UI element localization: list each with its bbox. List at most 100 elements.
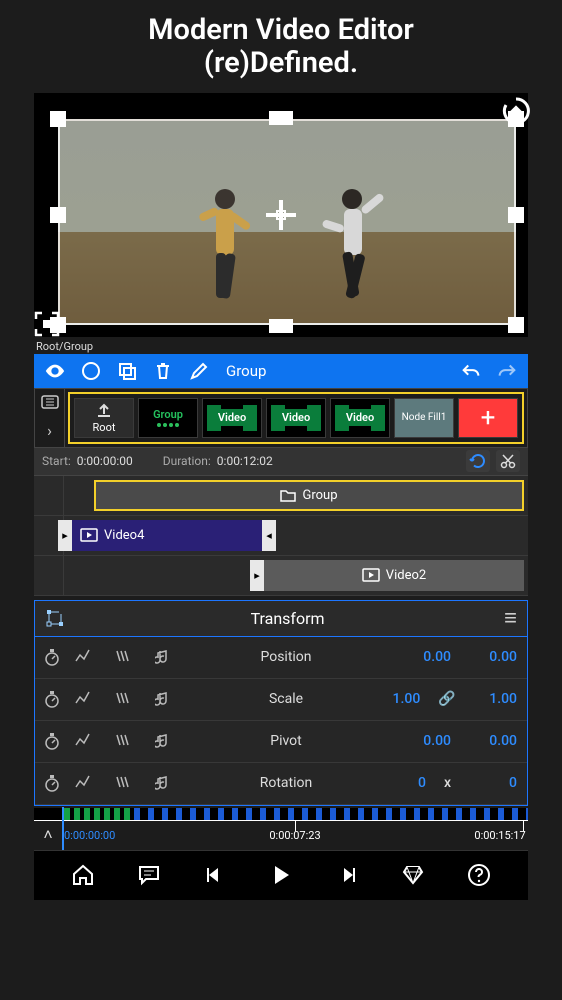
timeline-tracks: Group ▸ Video4 ◂ ▸ Video2: [34, 476, 528, 596]
handle-top-left[interactable]: [50, 111, 66, 127]
help-icon[interactable]: [466, 862, 492, 888]
layer-root[interactable]: Root: [74, 398, 134, 438]
prop-name: Scale: [195, 691, 377, 707]
mask-icon[interactable]: [80, 360, 102, 382]
plus-icon: +: [481, 403, 496, 433]
chevron-right-icon[interactable]: ›: [47, 421, 52, 440]
prop-value-x[interactable]: 0: [378, 775, 426, 791]
play-icon[interactable]: [268, 862, 294, 888]
preview-figure-2: [320, 185, 390, 315]
layer-side: ›: [35, 389, 65, 447]
redo-icon[interactable]: [496, 360, 518, 382]
audio-icon[interactable]: [155, 733, 177, 749]
prop-row-position: Position 0.00 0.00: [35, 637, 527, 679]
layer-list[interactable]: Root Group Video Video Video Node Fill1 …: [68, 392, 524, 444]
prop-row-rotation: Rotation0x0: [35, 763, 527, 805]
handle-bottom-mid[interactable]: [269, 319, 293, 333]
graph-icon[interactable]: [75, 649, 97, 665]
diamond-icon[interactable]: [400, 862, 426, 888]
delete-icon[interactable]: [152, 360, 174, 382]
layer-video-1[interactable]: Video: [202, 398, 262, 438]
clip-video4[interactable]: ▸ Video4 ◂: [72, 520, 262, 551]
start-label: Start:: [42, 454, 71, 468]
video-icon: [80, 528, 98, 542]
graph-icon[interactable]: [75, 775, 97, 791]
folder-icon: [280, 488, 296, 502]
home-icon[interactable]: [70, 862, 96, 888]
ruler-time-0: 0:00:00:00: [64, 829, 115, 842]
graph-icon[interactable]: [75, 733, 97, 749]
transform-icon[interactable]: [45, 608, 71, 628]
clip-group[interactable]: Group: [94, 480, 524, 511]
prop-row-scale: Scale1.00🔗1.00: [35, 679, 527, 721]
keyframe-stopwatch-icon[interactable]: [35, 648, 69, 666]
cut-button[interactable]: [496, 450, 520, 472]
prop-value-x[interactable]: 0.00: [403, 649, 451, 665]
node-name[interactable]: Group: [226, 362, 266, 380]
step-back-icon[interactable]: [202, 862, 228, 888]
layer-video-3[interactable]: Video: [330, 398, 390, 438]
rotate-icon[interactable]: [500, 95, 532, 127]
promo-headline: Modern Video Editor (re)Defined.: [0, 0, 562, 87]
wiggle-icon[interactable]: [115, 775, 137, 791]
keyframe-stopwatch-icon[interactable]: [35, 732, 69, 750]
audio-icon[interactable]: [155, 649, 177, 665]
layer-video-2[interactable]: Video: [266, 398, 326, 438]
wiggle-icon[interactable]: [115, 649, 137, 665]
node-toolbar: Group: [34, 354, 528, 388]
clip-handle-right[interactable]: ◂: [262, 520, 276, 551]
layer-nodefill[interactable]: Node Fill1: [394, 398, 454, 438]
panel-header: Transform ≡: [35, 601, 527, 637]
layer-strip: › Root Group Video Video Video Node Fill…: [34, 388, 528, 448]
fullscreen-icon[interactable]: [34, 311, 60, 337]
collapse-ruler-icon[interactable]: ˄: [34, 821, 62, 850]
ruler-track[interactable]: 0:00:00:00 0:00:07:23 0:00:15:17: [62, 821, 528, 850]
start-value[interactable]: 0:00:00:00: [77, 454, 133, 468]
clip-handle-left[interactable]: ▸: [250, 560, 264, 591]
menu-icon[interactable]: ≡: [504, 605, 517, 631]
reset-button[interactable]: [466, 450, 490, 472]
duration-label: Duration:: [163, 454, 211, 468]
breadcrumb: Root/Group: [34, 337, 528, 354]
prop-name: Position: [195, 649, 377, 665]
headline-line2: (re)Defined.: [0, 47, 562, 80]
ruler-time-1: 0:00:07:23: [269, 829, 320, 842]
ruler-time-2: 0:00:15:17: [474, 829, 525, 842]
clip-video2-label: Video2: [386, 568, 426, 583]
prop-value-x[interactable]: 1.00: [377, 691, 420, 707]
link-icon[interactable]: 🔗: [438, 691, 455, 707]
outline-icon[interactable]: [41, 395, 59, 409]
graph-icon[interactable]: [75, 691, 97, 707]
keyframe-stopwatch-icon[interactable]: [35, 690, 69, 708]
copy-icon[interactable]: [116, 360, 138, 382]
preview-area[interactable]: [34, 93, 528, 337]
step-forward-icon[interactable]: [334, 862, 360, 888]
prop-value-x[interactable]: 0.00: [403, 733, 451, 749]
handle-mid-right[interactable]: [508, 207, 524, 223]
handle-top-mid[interactable]: [269, 111, 293, 125]
duration-value[interactable]: 0:00:12:02: [217, 454, 273, 468]
wiggle-icon[interactable]: [115, 733, 137, 749]
handle-bottom-right[interactable]: [508, 317, 524, 333]
edit-icon[interactable]: [188, 360, 210, 382]
handle-mid-left[interactable]: [50, 207, 66, 223]
undo-icon[interactable]: [460, 360, 482, 382]
keyframe-stopwatch-icon[interactable]: [35, 774, 69, 792]
prop-value-y[interactable]: 0: [469, 775, 517, 791]
clip-video2[interactable]: ▸ Video2: [264, 560, 524, 591]
layer-group[interactable]: Group: [138, 398, 198, 438]
audio-icon[interactable]: [155, 691, 177, 707]
prop-value-y[interactable]: 0.00: [469, 733, 517, 749]
track-video4: ▸ Video4 ◂: [34, 516, 528, 556]
visibility-icon[interactable]: [44, 360, 66, 382]
add-layer-button[interactable]: +: [458, 398, 518, 438]
wiggle-icon[interactable]: [115, 691, 137, 707]
group-dots-icon: [157, 423, 179, 427]
layer-root-label: Root: [93, 421, 116, 434]
clip-handle-left[interactable]: ▸: [58, 520, 72, 551]
audio-icon[interactable]: [155, 775, 177, 791]
prop-value-y[interactable]: 0.00: [469, 649, 517, 665]
comment-icon[interactable]: [136, 862, 162, 888]
prop-row-pivot: Pivot0.000.00: [35, 721, 527, 763]
prop-value-y[interactable]: 1.00: [474, 691, 517, 707]
